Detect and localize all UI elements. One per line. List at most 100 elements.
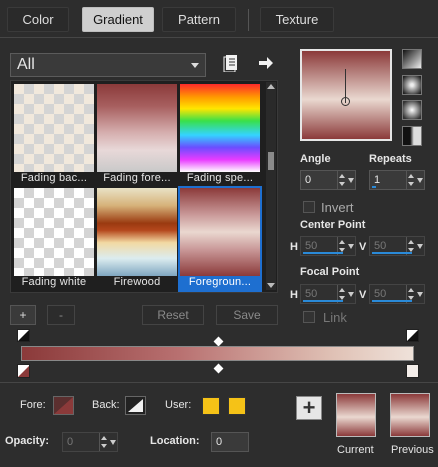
center-h-value: 50 — [305, 240, 318, 252]
invert-label[interactable]: Invert — [321, 200, 354, 215]
gradient-thumbnail — [14, 84, 94, 172]
tab-divider — [0, 37, 438, 38]
gradient-item[interactable]: Fading spe... — [180, 84, 260, 186]
gradient-item[interactable]: Fading white — [14, 188, 94, 290]
current-swatch[interactable] — [336, 393, 376, 437]
center-h-input[interactable]: 50 — [300, 236, 356, 256]
gradient-item-selected[interactable]: Foregroun... — [178, 186, 262, 292]
gradient-stops-bar[interactable] — [21, 346, 414, 361]
gradient-thumbnail — [97, 84, 177, 172]
sunburst-style-icon[interactable] — [402, 100, 422, 120]
bottom-divider — [0, 382, 438, 383]
save-button[interactable]: Save — [216, 305, 278, 325]
user-color-2[interactable] — [228, 397, 246, 415]
location-value: 0 — [216, 436, 223, 448]
chevron-down-icon[interactable] — [348, 178, 354, 183]
center-v-label: V — [359, 241, 367, 253]
start-opacity-stop[interactable] — [17, 329, 30, 342]
focal-h-input[interactable]: 50 — [300, 284, 356, 304]
linear-style-icon[interactable] — [402, 49, 422, 69]
gradient-preview[interactable] — [300, 49, 392, 141]
repeats-input[interactable]: 1 — [369, 170, 425, 190]
angle-handle-center[interactable] — [341, 97, 350, 106]
chevron-down-icon[interactable] — [110, 440, 116, 445]
link-label[interactable]: Link — [323, 310, 347, 325]
center-v-level-bar — [372, 252, 412, 254]
end-color-stop[interactable] — [406, 364, 419, 378]
angle-spinner[interactable] — [337, 171, 345, 189]
reset-button[interactable]: Reset — [142, 305, 204, 325]
focal-v-level-bar — [372, 300, 412, 302]
repeats-level-bar — [372, 186, 376, 188]
gradient-label: Fading bac... — [20, 172, 88, 184]
invert-checkbox[interactable] — [303, 201, 315, 213]
scroll-down-icon[interactable] — [267, 283, 275, 288]
opacity-label: Opacity: — [5, 435, 50, 447]
chevron-down-icon[interactable] — [348, 244, 354, 249]
focal-v-label: V — [359, 289, 367, 301]
fore-color-button[interactable] — [53, 396, 74, 415]
gradient-thumbnail — [14, 188, 94, 276]
center-v-value: 50 — [374, 240, 387, 252]
gradient-label: Foregroun... — [180, 276, 260, 290]
repeats-spinner[interactable] — [406, 171, 414, 189]
chevron-down-icon[interactable] — [417, 244, 423, 249]
center-v-input[interactable]: 50 — [369, 236, 425, 256]
back-label: Back: — [92, 399, 120, 411]
opacity-spinner[interactable] — [99, 433, 107, 451]
gradient-label: Firewood — [113, 276, 161, 288]
chevron-down-icon[interactable] — [348, 292, 354, 297]
center-h-label: H — [290, 241, 298, 253]
repeats-value: 1 — [374, 174, 381, 186]
angle-input[interactable]: 0 — [300, 170, 356, 190]
opacity-midpoint[interactable] — [213, 336, 224, 347]
gradient-library-icon[interactable] — [223, 54, 239, 73]
center-point-label: Center Point — [300, 219, 366, 231]
scroll-thumb[interactable] — [268, 152, 274, 170]
back-color-button[interactable] — [125, 396, 146, 415]
opacity-input[interactable]: 0 — [62, 432, 118, 452]
chevron-down-icon[interactable] — [417, 292, 423, 297]
repeats-label: Repeats — [369, 153, 412, 165]
radial-style-icon[interactable] — [402, 126, 422, 146]
category-dropdown[interactable]: All — [10, 53, 206, 77]
focal-h-label: H — [290, 289, 298, 301]
start-color-stop[interactable] — [17, 364, 30, 378]
grid-scrollbar[interactable] — [266, 82, 276, 290]
scroll-up-icon[interactable] — [267, 84, 275, 89]
previous-label: Previous — [391, 444, 434, 456]
add-swatch-button[interactable]: + — [296, 395, 322, 420]
user-color-1[interactable] — [202, 397, 220, 415]
focal-h-level-bar — [303, 300, 343, 302]
previous-swatch[interactable] — [390, 393, 430, 437]
gradient-label: Fading spe... — [186, 172, 254, 184]
tab-pattern[interactable]: Pattern — [162, 7, 236, 32]
link-checkbox[interactable] — [303, 311, 315, 323]
gradient-item[interactable]: Firewood — [97, 188, 177, 290]
add-gradient-button[interactable]: + — [10, 305, 36, 325]
location-label: Location: — [150, 435, 200, 447]
gradient-label: Fading fore... — [103, 172, 171, 184]
gradient-thumbnail — [180, 188, 260, 276]
tab-separator — [248, 9, 249, 31]
gradient-item[interactable]: Fading fore... — [97, 84, 177, 186]
gradient-thumbnail — [180, 84, 260, 172]
gradient-item[interactable]: Fading bac... — [14, 84, 94, 186]
fore-label: Fore: — [20, 399, 46, 411]
focal-v-value: 50 — [374, 288, 387, 300]
location-input[interactable]: 0 — [211, 432, 249, 452]
focal-v-input[interactable]: 50 — [369, 284, 425, 304]
tab-color[interactable]: Color — [7, 7, 69, 32]
arrow-right-icon[interactable] — [257, 55, 275, 71]
user-label: User: — [165, 399, 192, 411]
category-dropdown-value: All — [17, 56, 35, 73]
end-opacity-stop[interactable] — [406, 329, 419, 342]
gradient-label: Fading white — [21, 276, 87, 288]
rectangular-style-icon[interactable] — [402, 75, 422, 95]
color-midpoint[interactable] — [213, 363, 224, 374]
center-h-level-bar — [303, 252, 343, 254]
tab-texture[interactable]: Texture — [260, 7, 334, 32]
chevron-down-icon[interactable] — [417, 178, 423, 183]
tab-gradient[interactable]: Gradient — [82, 7, 154, 32]
remove-gradient-button[interactable]: - — [47, 305, 75, 325]
